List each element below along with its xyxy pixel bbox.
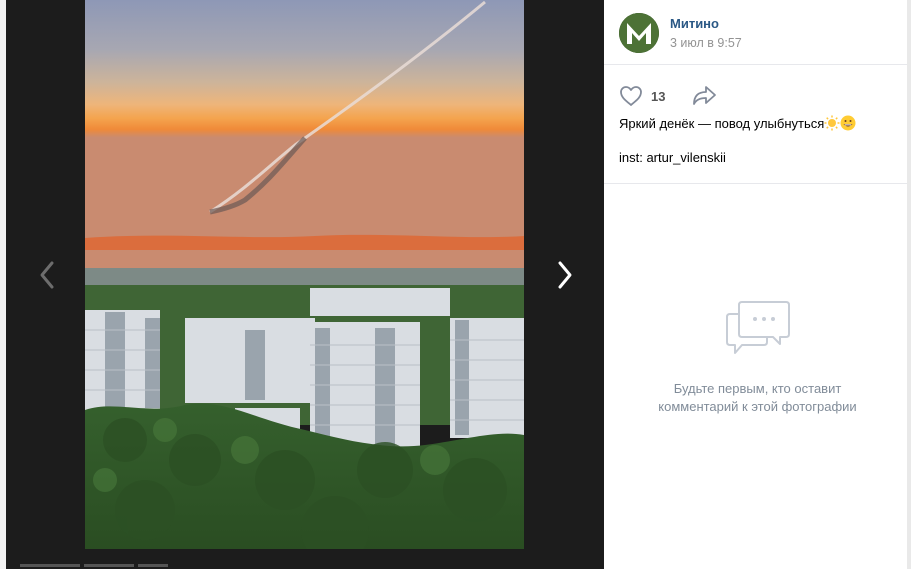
group-logo-icon: [619, 13, 659, 53]
post-text-credit: inst: artur_vilenskii: [619, 150, 726, 165]
empty-comments: Будьте первым, кто оставит комментарий к…: [604, 298, 911, 416]
chevron-right-icon: [558, 261, 572, 289]
previous-photo-button[interactable]: [32, 255, 62, 295]
empty-comments-line: комментарий к этой фотографии: [658, 399, 857, 414]
post-actions: 13: [604, 65, 911, 109]
post-text: Яркий денёк — повод улыбнуться inst: art…: [604, 109, 911, 166]
group-name-link[interactable]: Митино: [670, 16, 719, 31]
heart-icon: [620, 86, 642, 106]
empty-comments-text: Будьте первым, кто оставит комментарий к…: [604, 380, 911, 416]
post-date-link[interactable]: 3 июл в 9:57: [670, 36, 742, 50]
post-header: Митино 3 июл в 9:57: [604, 0, 911, 65]
share-button[interactable]: [692, 84, 718, 110]
divider: [604, 183, 911, 184]
chat-bubbles-icon: [725, 301, 790, 354]
like-button[interactable]: 13: [619, 85, 665, 107]
next-photo-button[interactable]: [550, 255, 580, 295]
background-page-edge: [0, 0, 6, 569]
sun-emoji: [824, 115, 840, 131]
avatar[interactable]: [619, 13, 659, 53]
share-arrow-icon: [693, 86, 716, 105]
grinning-face-emoji: [840, 115, 856, 131]
chevron-left-icon: [40, 261, 54, 289]
like-count: 13: [651, 88, 666, 104]
photo[interactable]: [85, 0, 524, 549]
post-sidebar: Митино 3 июл в 9:57 13 Яркий денёк — пов…: [604, 0, 911, 569]
empty-comments-line: Будьте первым, кто оставит: [673, 381, 842, 396]
photo-image: [85, 0, 524, 549]
photo-caption-placeholder: [20, 556, 220, 569]
photo-area: [0, 0, 604, 569]
photo-viewer: Митино 3 июл в 9:57 13 Яркий денёк — пов…: [0, 0, 911, 569]
post-text-line: Яркий денёк — повод улыбнуться: [619, 116, 825, 131]
scrollbar-track[interactable]: [907, 0, 911, 569]
